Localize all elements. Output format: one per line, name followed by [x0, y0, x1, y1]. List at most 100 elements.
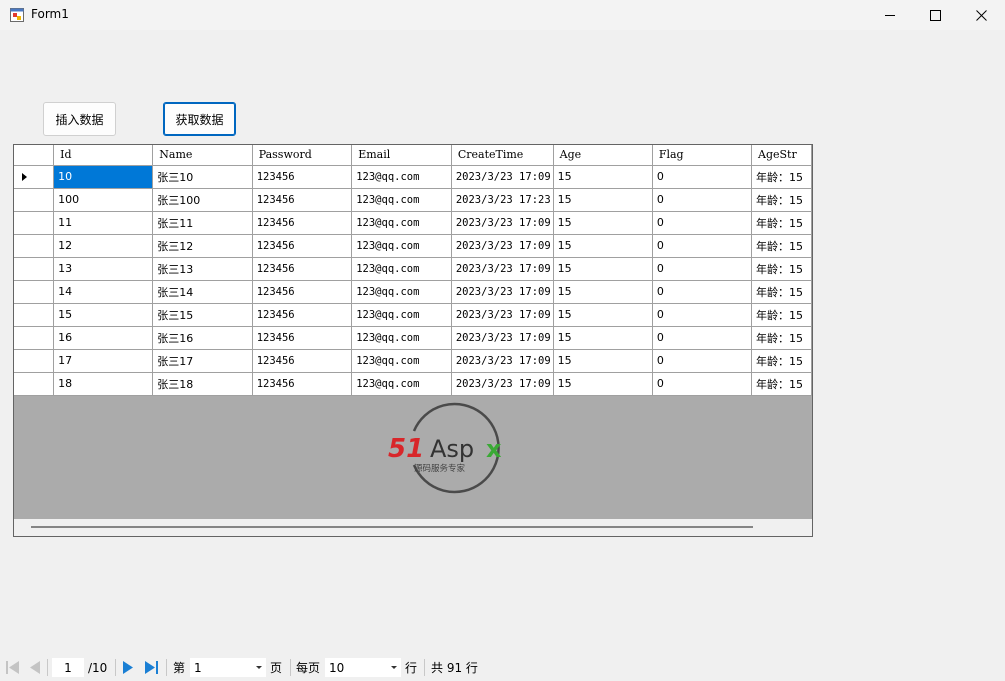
column-header-email[interactable]: Email	[351, 145, 452, 166]
cell-email[interactable]: 123@qq.com	[351, 372, 452, 396]
first-page-icon[interactable]	[5, 660, 21, 675]
column-header-agestr[interactable]: AgeStr	[751, 145, 812, 166]
cell-age[interactable]: 15	[553, 372, 653, 396]
table-row[interactable]: 100 张三100 123456 123@qq.com 2023/3/23 17:23 1…	[14, 188, 812, 212]
table-row[interactable]: 11 张三11 123456 123@qq.com 2023/3/23 17:09 15 0…	[14, 211, 812, 235]
cell-flag[interactable]: 0	[652, 303, 753, 327]
cell-agestr[interactable]: 年龄：15	[751, 234, 812, 258]
minimize-button[interactable]	[867, 0, 913, 30]
cell-createtime[interactable]: 2023/3/23 17:23	[451, 188, 554, 212]
cell-agestr[interactable]: 年龄：15	[751, 280, 812, 304]
cell-agestr[interactable]: 年龄：15	[751, 188, 812, 212]
table-row[interactable]: 14 张三14 123456 123@qq.com 2023/3/23 17:09 15 0…	[14, 280, 812, 304]
cell-name[interactable]: 张三14	[152, 280, 253, 304]
cell-email[interactable]: 123@qq.com	[351, 303, 452, 327]
cell-flag[interactable]: 0	[652, 326, 753, 350]
cell-name[interactable]: 张三16	[152, 326, 253, 350]
cell-password[interactable]: 123456	[252, 280, 353, 304]
cell-name[interactable]: 张三12	[152, 234, 253, 258]
row-header[interactable]	[14, 326, 55, 350]
cell-age[interactable]: 15	[553, 280, 653, 304]
previous-page-icon[interactable]	[28, 660, 42, 675]
cell-id[interactable]: 100	[53, 188, 154, 212]
cell-flag[interactable]: 0	[652, 349, 753, 373]
table-row[interactable]: 16 张三16 123456 123@qq.com 2023/3/23 17:09 15 0…	[14, 326, 812, 350]
row-header[interactable]	[14, 188, 55, 212]
cell-id[interactable]: 10	[53, 165, 154, 189]
table-row[interactable]: 17 张三17 123456 123@qq.com 2023/3/23 17:09 15 0…	[14, 349, 812, 373]
horizontal-scrollbar[interactable]	[14, 519, 812, 536]
cell-email[interactable]: 123@qq.com	[351, 211, 452, 235]
cell-age[interactable]: 15	[553, 211, 653, 235]
cell-password[interactable]: 123456	[252, 257, 353, 281]
row-header[interactable]	[14, 234, 55, 258]
cell-flag[interactable]: 0	[652, 165, 753, 189]
cell-id[interactable]: 13	[53, 257, 154, 281]
cell-password[interactable]: 123456	[252, 234, 353, 258]
cell-id[interactable]: 15	[53, 303, 154, 327]
cell-flag[interactable]: 0	[652, 372, 753, 396]
row-header[interactable]	[14, 211, 55, 235]
cell-agestr[interactable]: 年龄：15	[751, 257, 812, 281]
row-header[interactable]	[14, 349, 55, 373]
row-header[interactable]	[14, 303, 55, 327]
table-row[interactable]: 12 张三12 123456 123@qq.com 2023/3/23 17:09 15 0…	[14, 234, 812, 258]
table-row[interactable]: 18 张三18 123456 123@qq.com 2023/3/23 17:09 15 0…	[14, 372, 812, 396]
cell-id[interactable]: 12	[53, 234, 154, 258]
cell-createtime[interactable]: 2023/3/23 17:09	[451, 211, 554, 235]
per-page-select[interactable]: 10	[325, 658, 401, 677]
maximize-button[interactable]	[912, 0, 958, 30]
cell-password[interactable]: 123456	[252, 326, 353, 350]
data-grid[interactable]: Id Name Password Email CreateTime Age Flag AgeS…	[13, 144, 813, 537]
cell-email[interactable]: 123@qq.com	[351, 257, 452, 281]
scrollbar-thumb[interactable]	[31, 526, 753, 528]
table-row[interactable]: 15 张三15 123456 123@qq.com 2023/3/23 17:09 15 0…	[14, 303, 812, 327]
cell-name[interactable]: 张三10	[152, 165, 253, 189]
cell-createtime[interactable]: 2023/3/23 17:09	[451, 234, 554, 258]
cell-email[interactable]: 123@qq.com	[351, 188, 452, 212]
cell-agestr[interactable]: 年龄：15	[751, 211, 812, 235]
column-header-password[interactable]: Password	[252, 145, 353, 166]
cell-id[interactable]: 11	[53, 211, 154, 235]
cell-createtime[interactable]: 2023/3/23 17:09	[451, 326, 554, 350]
cell-agestr[interactable]: 年龄：15	[751, 165, 812, 189]
cell-name[interactable]: 张三13	[152, 257, 253, 281]
cell-flag[interactable]: 0	[652, 257, 753, 281]
cell-name[interactable]: 张三15	[152, 303, 253, 327]
cell-email[interactable]: 123@qq.com	[351, 165, 452, 189]
page-select[interactable]: 1	[190, 658, 266, 677]
next-page-icon[interactable]	[121, 660, 135, 675]
cell-age[interactable]: 15	[553, 326, 653, 350]
cell-flag[interactable]: 0	[652, 280, 753, 304]
last-page-icon[interactable]	[144, 660, 160, 675]
table-row[interactable]: 13 张三13 123456 123@qq.com 2023/3/23 17:09 15 0…	[14, 257, 812, 281]
cell-email[interactable]: 123@qq.com	[351, 280, 452, 304]
cell-password[interactable]: 123456	[252, 165, 353, 189]
cell-age[interactable]: 15	[553, 303, 653, 327]
cell-createtime[interactable]: 2023/3/23 17:09	[451, 303, 554, 327]
cell-password[interactable]: 123456	[252, 211, 353, 235]
cell-age[interactable]: 15	[553, 234, 653, 258]
cell-createtime[interactable]: 2023/3/23 17:09	[451, 165, 554, 189]
cell-createtime[interactable]: 2023/3/23 17:09	[451, 349, 554, 373]
column-header-id[interactable]: Id	[53, 145, 154, 166]
cell-name[interactable]: 张三100	[152, 188, 253, 212]
row-header[interactable]	[14, 280, 55, 304]
cell-agestr[interactable]: 年龄：15	[751, 303, 812, 327]
cell-email[interactable]: 123@qq.com	[351, 234, 452, 258]
cell-createtime[interactable]: 2023/3/23 17:09	[451, 280, 554, 304]
cell-id[interactable]: 18	[53, 372, 154, 396]
cell-email[interactable]: 123@qq.com	[351, 349, 452, 373]
row-header[interactable]	[14, 257, 55, 281]
cell-age[interactable]: 15	[553, 349, 653, 373]
cell-flag[interactable]: 0	[652, 234, 753, 258]
cell-flag[interactable]: 0	[652, 211, 753, 235]
cell-agestr[interactable]: 年龄：15	[751, 372, 812, 396]
cell-id[interactable]: 17	[53, 349, 154, 373]
cell-flag[interactable]: 0	[652, 188, 753, 212]
column-header-createtime[interactable]: CreateTime	[451, 145, 554, 166]
cell-name[interactable]: 张三17	[152, 349, 253, 373]
column-header-flag[interactable]: Flag	[652, 145, 753, 166]
cell-id[interactable]: 16	[53, 326, 154, 350]
cell-age[interactable]: 15	[553, 257, 653, 281]
